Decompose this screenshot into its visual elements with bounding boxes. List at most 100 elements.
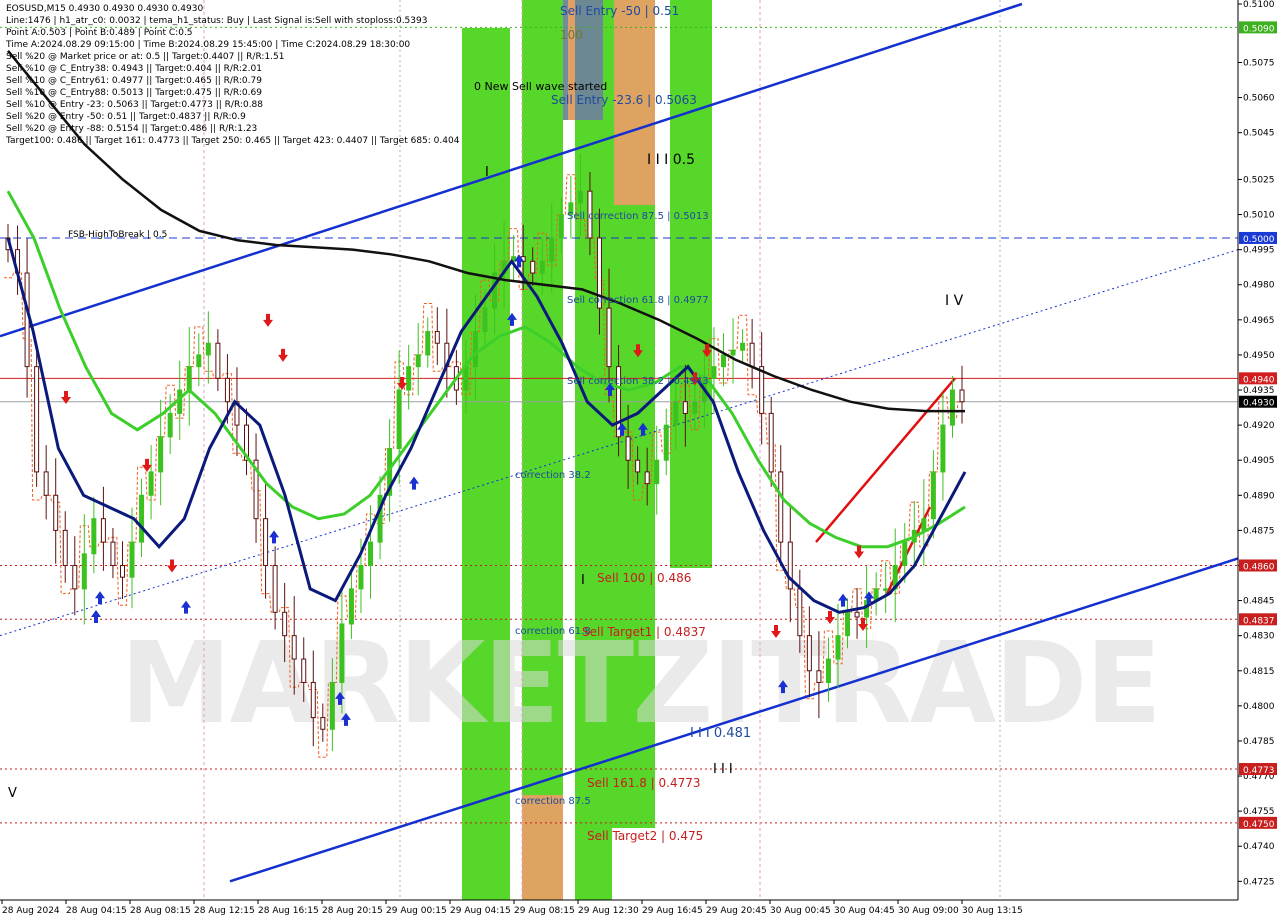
- x-tick-label: 28 Aug 16:15: [258, 906, 319, 916]
- candle-body: [635, 459, 641, 473]
- candle-body: [482, 307, 488, 333]
- candle-body: [778, 471, 784, 543]
- candle-body: [34, 366, 40, 473]
- signal-zone: [522, 0, 563, 900]
- candle-body: [845, 611, 851, 637]
- y-tick-label: 0.5100: [1243, 0, 1275, 10]
- candle-body: [339, 623, 345, 683]
- candle-body: [549, 237, 555, 262]
- candle-body: [196, 354, 202, 368]
- price-tag-label: 0.4860: [1243, 562, 1275, 572]
- candle-body: [119, 564, 125, 578]
- candle-body: [348, 588, 354, 625]
- candle-body: [663, 424, 669, 461]
- y-tick-label: 0.4890: [1243, 491, 1275, 501]
- y-tick-label: 0.4950: [1243, 351, 1275, 361]
- candle-body: [434, 331, 440, 344]
- candle-body: [539, 260, 545, 274]
- wave-iii: I I I: [713, 762, 733, 777]
- candle-body: [806, 635, 812, 672]
- price-chart[interactable]: MARKETZITRADE Sell Entry -50 | 0.51 100 …: [0, 0, 1280, 920]
- candle-body: [558, 214, 564, 239]
- y-tick-label: 0.4800: [1243, 702, 1275, 712]
- candle-body: [368, 541, 374, 566]
- y-tick-label: 0.4980: [1243, 281, 1275, 291]
- y-tick-label: 0.4905: [1243, 456, 1275, 466]
- candle-body: [711, 366, 717, 379]
- x-tick-label: 29 Aug 12:30: [578, 906, 639, 916]
- x-tick-label: 29 Aug 00:15: [386, 906, 447, 916]
- wave-i-low: I: [581, 573, 585, 588]
- candle-body: [940, 424, 946, 473]
- sell-corr-875: Sell correction 87.5 | 0.5013: [567, 211, 709, 222]
- x-tick-label: 30 Aug 13:15: [962, 906, 1023, 916]
- x-tick-label: 30 Aug 04:45: [834, 906, 895, 916]
- candle-body: [310, 681, 316, 719]
- candle-body: [816, 670, 822, 683]
- candle-body: [835, 635, 841, 660]
- x-tick-label: 28 Aug 08:15: [130, 906, 191, 916]
- price-tag-label: 0.4930: [1243, 399, 1275, 409]
- candle-body: [24, 272, 30, 368]
- candle-body: [415, 354, 421, 368]
- candle-body: [625, 436, 631, 461]
- x-tick-label: 29 Aug 16:45: [642, 906, 703, 916]
- candle-body: [320, 717, 326, 730]
- candle-body: [167, 412, 173, 438]
- y-tick-label: 0.4995: [1243, 246, 1275, 256]
- candle-body: [272, 564, 278, 613]
- y-tick-label: 0.4815: [1243, 667, 1275, 677]
- chart-window[interactable]: MARKETZITRADE Sell Entry -50 | 0.51 100 …: [0, 0, 1280, 920]
- candle-body: [921, 518, 927, 531]
- sell-entry-236: Sell Entry -23.6 | 0.5063: [551, 93, 697, 107]
- x-tick-label: 28 Aug 04:15: [66, 906, 127, 916]
- wave-iv: I V: [945, 293, 964, 309]
- candle-body: [692, 401, 698, 414]
- price-tag-label: 0.4837: [1243, 616, 1275, 626]
- price-tag-label: 0.4940: [1243, 375, 1275, 385]
- y-tick-label: 0.5025: [1243, 175, 1275, 185]
- candle-body: [81, 553, 87, 590]
- y-tick-label: 0.4875: [1243, 526, 1275, 536]
- y-tick-label: 0.4740: [1243, 842, 1275, 852]
- wave-iii-0481: I I I 0.481: [690, 726, 751, 741]
- candle-body: [139, 494, 145, 543]
- candle-body: [749, 342, 755, 368]
- sell-target1: Sell Target1 | 0.4837: [582, 625, 706, 639]
- candle-body: [72, 564, 78, 590]
- y-tick-label: 0.4785: [1243, 737, 1275, 747]
- x-tick-label: 29 Aug 20:45: [706, 906, 767, 916]
- candle-body: [644, 471, 650, 485]
- y-tick-label: 0.4830: [1243, 632, 1275, 642]
- signal-zone: [670, 0, 712, 568]
- sell-corr-618: Sell correction 61.8 | 0.4977: [567, 295, 709, 306]
- fsb-high: FSB-HighToBreak | 0.5: [68, 230, 167, 240]
- candle-body: [577, 190, 583, 204]
- x-tick-label: 28 Aug 2024: [2, 906, 60, 916]
- candle-body: [721, 354, 726, 368]
- time-axis-panel: [0, 900, 1280, 920]
- candle-body: [530, 260, 536, 274]
- new-sell-wave: 0 New Sell wave started: [474, 80, 607, 93]
- y-tick-label: 0.5045: [1243, 129, 1275, 139]
- candle-body: [205, 342, 211, 356]
- candle-body: [472, 331, 478, 368]
- wave-v: V: [8, 786, 17, 801]
- candle-body: [396, 389, 402, 450]
- candle-body: [759, 366, 765, 414]
- candle-body: [425, 331, 431, 356]
- candle-body: [682, 401, 688, 414]
- candle-body: [282, 611, 288, 637]
- candle-body: [100, 518, 106, 543]
- wave-iii-05: I I I 0.5: [647, 152, 695, 168]
- price-tag-label: 0.4750: [1243, 820, 1275, 830]
- candle-body: [883, 588, 889, 591]
- candle-body: [53, 494, 59, 531]
- signal-zone: [522, 795, 563, 900]
- candle-body: [730, 349, 736, 356]
- candle-body: [215, 342, 221, 379]
- x-tick-label: 30 Aug 00:45: [770, 906, 831, 916]
- candle-body: [148, 471, 154, 496]
- price-tag-label: 0.4773: [1243, 766, 1275, 776]
- x-tick-label: 29 Aug 04:15: [450, 906, 511, 916]
